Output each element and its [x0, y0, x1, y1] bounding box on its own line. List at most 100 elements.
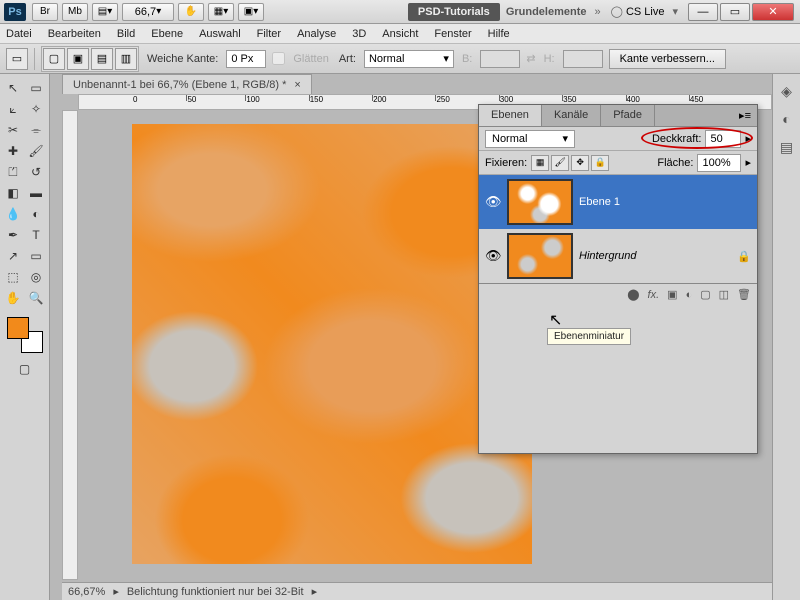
3d-camera-tool[interactable]: ◎ — [25, 267, 47, 287]
bridge-button[interactable]: Br — [32, 3, 58, 21]
zoom-level-combo[interactable]: 66,7 ▾ — [122, 3, 174, 21]
path-select-tool[interactable]: ↗ — [2, 246, 24, 266]
eyedropper-tool[interactable]: ⌯ — [25, 120, 47, 140]
adjustment-layer-button[interactable]: ◐ — [686, 289, 693, 301]
document-tab[interactable]: Unbenannt-1 bei 66,7% (Ebene 1, RGB/8) *… — [62, 74, 312, 94]
maximize-button[interactable]: ▭ — [720, 3, 750, 21]
minibridge-button[interactable]: Mb — [62, 3, 88, 21]
lock-label: Fixieren: — [485, 157, 527, 169]
layer-name[interactable]: Hintergrund — [579, 250, 731, 262]
view-extras-button[interactable]: ▤▾ — [92, 3, 118, 21]
menu-ebene[interactable]: Ebene — [151, 28, 183, 40]
fill-label: Fläche: — [657, 157, 693, 169]
tab-ebenen[interactable]: Ebenen — [479, 105, 542, 126]
menu-ansicht[interactable]: Ansicht — [382, 28, 418, 40]
menu-auswahl[interactable]: Auswahl — [199, 28, 241, 40]
subtract-selection-button[interactable]: ▤ — [91, 48, 113, 70]
delete-layer-button[interactable]: 🗑 — [737, 288, 751, 301]
refine-edge-button[interactable]: Kante verbessern... — [609, 49, 726, 69]
eraser-tool[interactable]: ◧ — [2, 183, 24, 203]
marquee-tool[interactable]: ▭ — [25, 78, 47, 98]
crop-tool[interactable]: ✂ — [2, 120, 24, 140]
layers-panel: Ebenen Kanäle Pfade ▸≡ Normal▾ Deckkraft… — [478, 104, 758, 454]
screenmode-button[interactable]: ▣▾ — [238, 3, 264, 21]
cslive-button[interactable]: CS Live — [626, 6, 665, 18]
healing-tool[interactable]: ✚ — [2, 141, 24, 161]
add-selection-button[interactable]: ▣ — [67, 48, 89, 70]
opacity-slider-icon[interactable]: ▸ — [745, 132, 751, 145]
visibility-toggle[interactable]: 👁 — [485, 194, 501, 210]
shape-tool[interactable]: ▭ — [25, 246, 47, 266]
chevron-down-icon[interactable]: ▾ — [672, 5, 678, 18]
visibility-toggle[interactable]: 👁 — [485, 248, 501, 264]
layer-thumbnail[interactable] — [507, 179, 573, 225]
layer-thumbnail[interactable] — [507, 233, 573, 279]
layer-name[interactable]: Ebene 1 — [579, 196, 751, 208]
menu-datei[interactable]: Datei — [6, 28, 32, 40]
workspace-psd-tutorials[interactable]: PSD-Tutorials — [408, 3, 500, 21]
brush-tool[interactable]: 🖌 — [25, 141, 47, 161]
close-tab-icon[interactable]: × — [294, 79, 300, 91]
menu-hilfe[interactable]: Hilfe — [488, 28, 510, 40]
dodge-tool[interactable]: ◐ — [25, 204, 47, 224]
menu-fenster[interactable]: Fenster — [434, 28, 471, 40]
lock-position-button[interactable]: ✥ — [571, 155, 589, 171]
fill-input[interactable]: 100% — [697, 154, 741, 172]
layers-panel-icon[interactable]: ◈ — [777, 82, 797, 100]
canvas-content — [132, 124, 532, 564]
canvas[interactable] — [132, 124, 532, 564]
layer-style-button[interactable]: fx. — [648, 289, 660, 301]
collapsed-panels: ◈ ◐ ▤ — [772, 74, 800, 600]
type-tool[interactable]: T — [25, 225, 47, 245]
menu-filter[interactable]: Filter — [257, 28, 281, 40]
panel-menu-icon[interactable]: ▸≡ — [733, 105, 757, 126]
chevron-double-right-icon[interactable]: » — [595, 6, 601, 18]
minimize-button[interactable]: — — [688, 3, 718, 21]
quickmask-button[interactable]: ▢ — [14, 359, 36, 379]
foreground-color-swatch[interactable] — [7, 317, 29, 339]
new-layer-button[interactable]: ◫ — [719, 288, 729, 301]
layer-item[interactable]: 👁 Ebene 1 — [479, 175, 757, 229]
stamp-tool[interactable]: ⏍ — [2, 162, 24, 182]
opacity-input[interactable]: 50 — [705, 130, 741, 148]
3d-tool[interactable]: ⬚ — [2, 267, 24, 287]
tab-kanaele[interactable]: Kanäle — [542, 105, 601, 126]
blur-tool[interactable]: 💧 — [2, 204, 24, 224]
styles-panel-icon[interactable]: ▤ — [777, 138, 797, 156]
tool-preset-button[interactable]: ▭ — [6, 48, 28, 70]
status-info-icon[interactable]: ▸ — [113, 585, 119, 598]
menu-3d[interactable]: 3D — [352, 28, 366, 40]
link-layers-button[interactable]: ⬤ — [627, 288, 639, 301]
lock-all-button[interactable]: 🔒 — [591, 155, 609, 171]
fill-slider-icon[interactable]: ▸ — [745, 156, 751, 169]
adjustments-panel-icon[interactable]: ◐ — [777, 110, 797, 128]
menu-bearbeiten[interactable]: Bearbeiten — [48, 28, 101, 40]
blend-mode-select[interactable]: Normal▾ — [485, 130, 575, 148]
pen-tool[interactable]: ✒ — [2, 225, 24, 245]
history-brush-tool[interactable]: ↺ — [25, 162, 47, 182]
layer-item[interactable]: 👁 Hintergrund 🔒 — [479, 229, 757, 283]
lock-image-button[interactable]: 🖌 — [551, 155, 569, 171]
lock-transparent-button[interactable]: ▦ — [531, 155, 549, 171]
status-arrow-icon[interactable]: ▸ — [312, 585, 318, 598]
magic-wand-tool[interactable]: ✧ — [25, 99, 47, 119]
hand-tool[interactable]: ✋ — [2, 288, 24, 308]
status-zoom[interactable]: 66,67% — [68, 586, 105, 598]
workspace-grundelemente[interactable]: Grundelemente — [506, 6, 587, 18]
arrange-button[interactable]: ▦▾ — [208, 3, 234, 21]
feather-input[interactable]: 0 Px — [226, 50, 266, 68]
group-button[interactable]: ▢ — [700, 288, 710, 301]
hand-tool-button[interactable]: ✋ — [178, 3, 204, 21]
lasso-tool[interactable]: ⟀ — [2, 99, 24, 119]
new-selection-button[interactable]: ▢ — [43, 48, 65, 70]
zoom-tool[interactable]: 🔍 — [25, 288, 47, 308]
menu-analyse[interactable]: Analyse — [297, 28, 336, 40]
close-button[interactable]: ✕ — [752, 3, 794, 21]
tab-pfade[interactable]: Pfade — [601, 105, 655, 126]
layer-mask-button[interactable]: ▣ — [667, 288, 677, 301]
intersect-selection-button[interactable]: ▥ — [115, 48, 137, 70]
gradient-tool[interactable]: ▬ — [25, 183, 47, 203]
menu-bild[interactable]: Bild — [117, 28, 135, 40]
style-select[interactable]: Normal▾ — [364, 50, 454, 68]
move-tool[interactable]: ↖ — [2, 78, 24, 98]
